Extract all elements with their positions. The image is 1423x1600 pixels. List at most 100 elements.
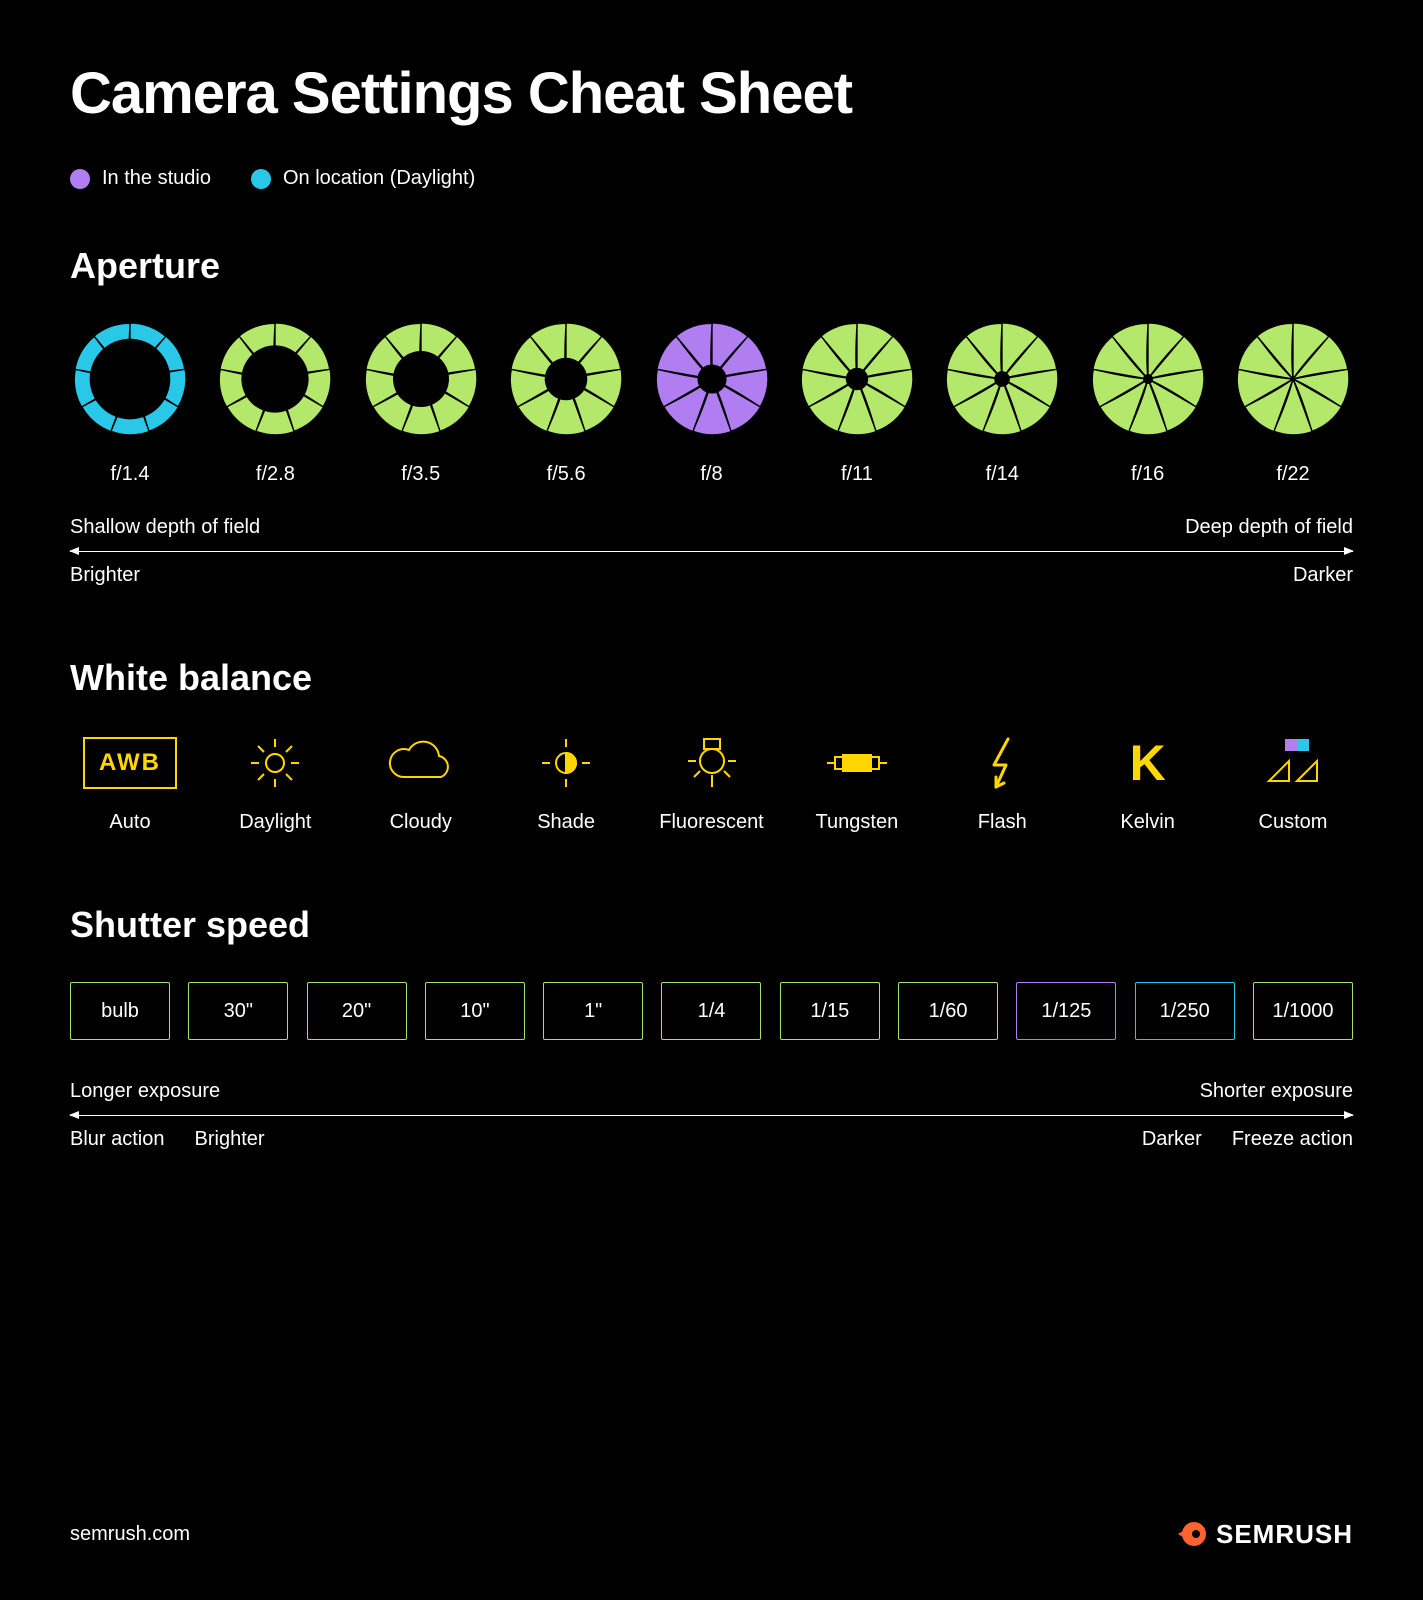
aperture-label: f/16	[1131, 463, 1164, 486]
aperture-item: f/14	[942, 323, 1062, 486]
aperture-label: f/3.5	[401, 463, 440, 486]
shutter-box: 1/1000	[1253, 982, 1353, 1040]
wb-tungsten: Tungsten	[797, 735, 917, 834]
shutter-label: 1/15	[810, 1000, 849, 1023]
wb-custom: Custom	[1233, 735, 1353, 834]
legend-location: On location (Daylight)	[251, 167, 475, 190]
legend-studio: In the studio	[70, 167, 211, 190]
fluorescent-icon	[680, 735, 744, 791]
shutter-range: Longer exposure Shorter exposure Blur ac…	[70, 1080, 1353, 1151]
shutter-box: 1/125	[1016, 982, 1116, 1040]
tungsten-icon	[825, 735, 889, 791]
shutter-box: bulb	[70, 982, 170, 1040]
white-balance-section: White balance AWB Auto Daylight	[70, 657, 1353, 834]
legend-location-label: On location (Daylight)	[283, 167, 475, 190]
brand: SEMRUSH	[1174, 1518, 1353, 1550]
aperture-icon	[219, 323, 331, 435]
aperture-item: f/1.4	[70, 323, 190, 486]
aperture-icon	[656, 323, 768, 435]
shutter-label: 10"	[460, 1000, 489, 1023]
white-balance-row: AWB Auto Daylight Cloud	[70, 735, 1353, 834]
aperture-item: f/16	[1088, 323, 1208, 486]
legend-studio-label: In the studio	[102, 167, 211, 190]
legend: In the studio On location (Daylight)	[70, 167, 1353, 190]
arrow-line	[70, 551, 1353, 552]
aperture-item: f/22	[1233, 323, 1353, 486]
shutter-box: 10"	[425, 982, 525, 1040]
aperture-icon	[510, 323, 622, 435]
aperture-item: f/2.8	[215, 323, 335, 486]
wb-label: Daylight	[239, 811, 311, 834]
wb-label: Flash	[978, 811, 1027, 834]
wb-shade: Shade	[506, 735, 626, 834]
aperture-heading: Aperture	[70, 245, 1353, 287]
footer: semrush.com SEMRUSH	[70, 1518, 1353, 1550]
wb-label: Cloudy	[390, 811, 452, 834]
range-left-a: Blur action	[70, 1128, 165, 1151]
wb-cloudy: Cloudy	[361, 735, 481, 834]
page-title: Camera Settings Cheat Sheet	[70, 60, 1353, 127]
aperture-icon	[801, 323, 913, 435]
aperture-item: f/11	[797, 323, 917, 486]
arrow-line	[70, 1115, 1353, 1116]
cloud-icon	[385, 735, 457, 791]
shutter-heading: Shutter speed	[70, 904, 1353, 946]
range-left: Longer exposure	[70, 1080, 220, 1103]
range-right-b: Freeze action	[1232, 1128, 1353, 1151]
wb-label: Kelvin	[1120, 811, 1174, 834]
shutter-box: 1/60	[898, 982, 998, 1040]
shutter-box: 20"	[307, 982, 407, 1040]
range-right-a: Darker	[1142, 1128, 1202, 1151]
shutter-box: 30"	[188, 982, 288, 1040]
awb-icon: AWB	[83, 735, 177, 791]
shutter-label: 30"	[224, 1000, 253, 1023]
shade-icon	[538, 735, 594, 791]
aperture-label: f/8	[700, 463, 722, 486]
shutter-label: 1"	[584, 1000, 602, 1023]
sun-icon	[247, 735, 303, 791]
shutter-box: 1/4	[661, 982, 761, 1040]
aperture-icon	[946, 323, 1058, 435]
dot-icon	[251, 169, 271, 189]
shutter-box: 1/15	[780, 982, 880, 1040]
range-right: Deep depth of field	[1185, 516, 1353, 539]
flash-icon	[982, 735, 1022, 791]
shutter-label: bulb	[101, 1000, 139, 1023]
aperture-label: f/14	[986, 463, 1019, 486]
aperture-label: f/22	[1276, 463, 1309, 486]
aperture-icon	[365, 323, 477, 435]
kelvin-icon: K	[1130, 735, 1166, 791]
wb-label: Custom	[1259, 811, 1328, 834]
wb-kelvin: K Kelvin	[1088, 735, 1208, 834]
aperture-item: f/8	[652, 323, 772, 486]
shutter-box: 1/250	[1135, 982, 1235, 1040]
aperture-section: Aperture f/1.4 f/2.8 f/3.5	[70, 245, 1353, 587]
aperture-icon	[74, 323, 186, 435]
wb-label: Tungsten	[816, 811, 899, 834]
aperture-icon	[1237, 323, 1349, 435]
shutter-box: 1"	[543, 982, 643, 1040]
range-left: Brighter	[70, 564, 140, 587]
aperture-icon	[1092, 323, 1204, 435]
shutter-label: 1/60	[929, 1000, 968, 1023]
brand-logo-icon	[1174, 1518, 1206, 1550]
wb-auto: AWB Auto	[70, 735, 190, 834]
wb-fluorescent: Fluorescent	[652, 735, 772, 834]
shutter-label: 20"	[342, 1000, 371, 1023]
aperture-label: f/5.6	[547, 463, 586, 486]
aperture-row: f/1.4 f/2.8 f/3.5 f/5.6	[70, 323, 1353, 486]
aperture-item: f/3.5	[361, 323, 481, 486]
aperture-label: f/1.4	[111, 463, 150, 486]
range-left: Shallow depth of field	[70, 516, 260, 539]
wb-daylight: Daylight	[215, 735, 335, 834]
footer-site: semrush.com	[70, 1523, 190, 1546]
shutter-label: 1/250	[1160, 1000, 1210, 1023]
wb-label: Shade	[537, 811, 595, 834]
wb-label: Fluorescent	[659, 811, 764, 834]
aperture-label: f/2.8	[256, 463, 295, 486]
shutter-label: 1/125	[1041, 1000, 1091, 1023]
range-left-b: Brighter	[195, 1128, 265, 1151]
aperture-range: Shallow depth of field Deep depth of fie…	[70, 516, 1353, 587]
shutter-row: bulb 30" 20" 10" 1" 1/4 1/15 1/60 1/125 …	[70, 982, 1353, 1040]
brand-name: SEMRUSH	[1216, 1519, 1353, 1550]
